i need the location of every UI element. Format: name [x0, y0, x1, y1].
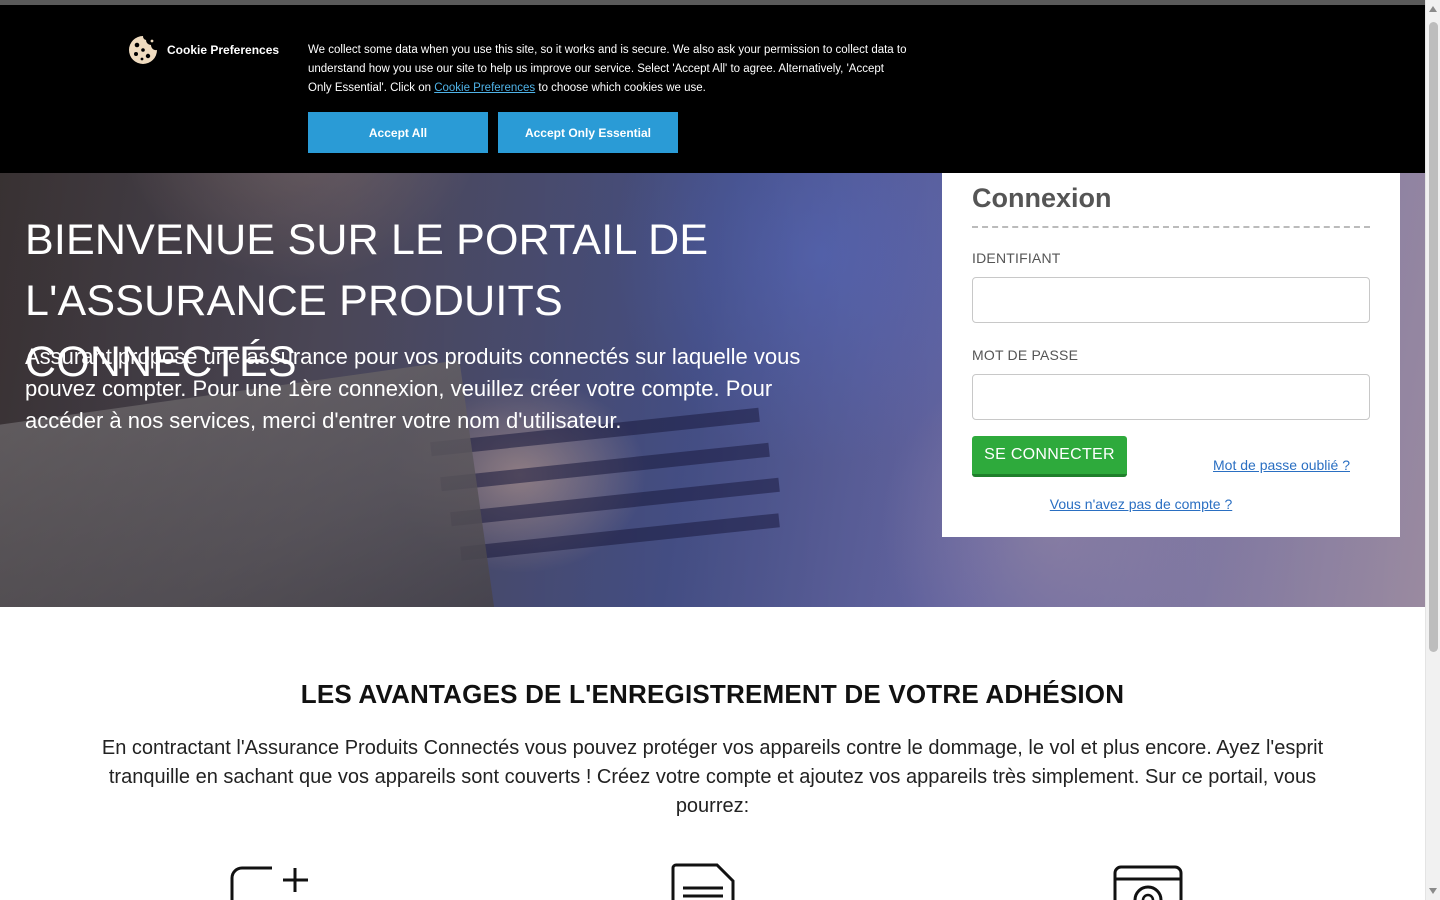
cookie-message: We collect some data when you use this s…	[308, 41, 908, 98]
cookie-message-text-end: to choose which cookies we use.	[535, 82, 706, 94]
password-label: MOT DE PASSE	[972, 347, 1079, 363]
add-device-icon	[230, 866, 308, 900]
login-button[interactable]: SE CONNECTER	[972, 436, 1127, 477]
login-title: Connexion	[972, 183, 1370, 228]
scroll-down-icon[interactable]	[1429, 888, 1437, 894]
cookie-brand: Cookie Preferences	[128, 35, 279, 65]
forgot-password-link[interactable]: Mot de passe oublié ?	[1213, 457, 1350, 473]
benefits-description: En contractant l'Assurance Produits Conn…	[101, 737, 1324, 817]
cookie-brand-label: Cookie Preferences	[167, 43, 280, 57]
username-input[interactable]	[972, 277, 1370, 323]
username-label: IDENTIFIANT	[972, 250, 1061, 266]
accept-essential-button[interactable]: Accept Only Essential	[498, 112, 678, 153]
scroll-up-icon[interactable]	[1429, 6, 1437, 12]
create-account-link[interactable]: Vous n'avez pas de compte ?	[942, 496, 1340, 512]
cookie-preferences-link[interactable]: Cookie Preferences	[434, 82, 535, 94]
login-form: Connexion IDENTIFIANT MOT DE PASSE SE CO…	[942, 172, 1400, 537]
washing-machine-icon	[1113, 865, 1183, 900]
cookie-icon	[129, 36, 157, 64]
document-icon	[671, 863, 735, 900]
cookie-banner: Cookie Preferences We collect some data …	[0, 5, 1425, 173]
accept-all-button[interactable]: Accept All	[308, 112, 488, 153]
login-actions: SE CONNECTER Mot de passe oublié ?	[972, 436, 1370, 496]
password-input[interactable]	[972, 374, 1370, 420]
benefits-title: LES AVANTAGES DE L'ENREGISTREMENT DE VOT…	[300, 679, 1125, 709]
scroll-thumb[interactable]	[1429, 22, 1438, 652]
hero-description: Assurant propose une assurance pour vos …	[25, 344, 801, 433]
page-scrollbar[interactable]	[1425, 0, 1440, 900]
